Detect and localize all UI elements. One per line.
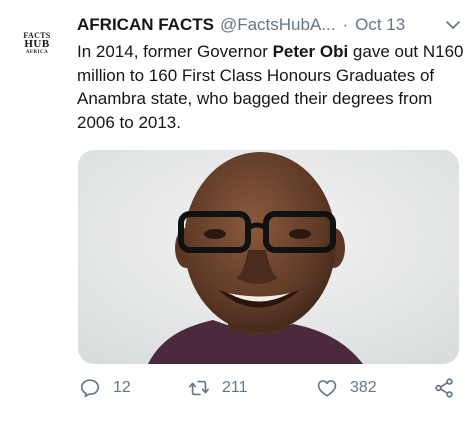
tweet-text: In 2014, former Governor Peter Obi gave … <box>77 40 467 134</box>
account-handle[interactable]: @FactsHubA... <box>220 15 336 35</box>
tweet-image[interactable] <box>78 150 459 364</box>
separator-dot: · <box>342 15 349 34</box>
retweet-icon <box>189 380 209 396</box>
like-count: 382 <box>350 379 377 396</box>
reply-icon <box>80 379 100 398</box>
like-button[interactable]: 382 <box>316 374 377 402</box>
tweet-text-start: In 2014, former Governor <box>77 42 273 61</box>
avatar-line-2: HUB <box>24 38 50 50</box>
avatar-line-3: AFRICA <box>25 50 49 55</box>
tweet-date[interactable]: Oct 13 <box>355 15 405 35</box>
tweet-header: AFRICAN FACTS @FactsHubA... · Oct 13 <box>77 12 462 38</box>
tweet-actions: 12 211 382 <box>77 374 467 402</box>
tweet-card[interactable]: FACTS HUB AFRICA AFRICAN FACTS @FactsHub… <box>0 0 474 427</box>
reply-count: 12 <box>113 379 131 396</box>
retweet-count: 211 <box>222 379 248 396</box>
share-icon <box>435 378 453 398</box>
chevron-down-icon[interactable] <box>444 16 462 34</box>
reply-button[interactable]: 12 <box>79 374 131 402</box>
heart-icon <box>317 380 337 397</box>
share-button[interactable] <box>433 374 455 402</box>
account-name[interactable]: AFRICAN FACTS <box>77 15 214 35</box>
avatar[interactable]: FACTS HUB AFRICA <box>17 32 57 62</box>
photo-of-smiling-man-icon <box>78 150 459 364</box>
retweet-button[interactable]: 211 <box>188 374 248 402</box>
mention-peter-obi: Peter Obi <box>272 42 349 61</box>
